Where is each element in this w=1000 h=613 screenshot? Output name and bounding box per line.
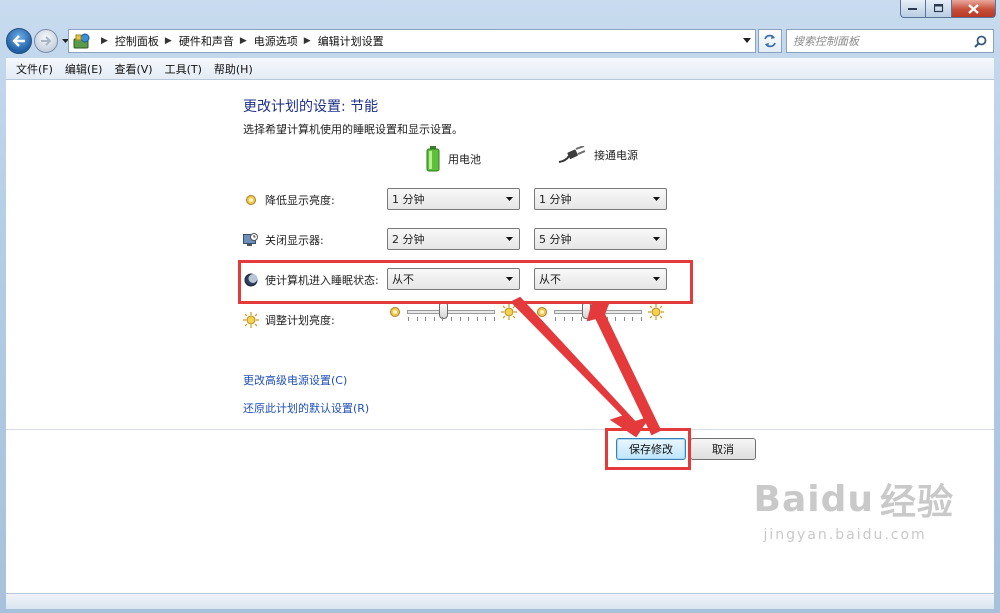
window-frame: ▶ 控制面板 ▶ 硬件和声音 ▶ 电源选项 ▶ 编辑计划设置 搜索控制面板 文件… bbox=[0, 0, 1000, 613]
annotation-arrows bbox=[510, 296, 662, 438]
